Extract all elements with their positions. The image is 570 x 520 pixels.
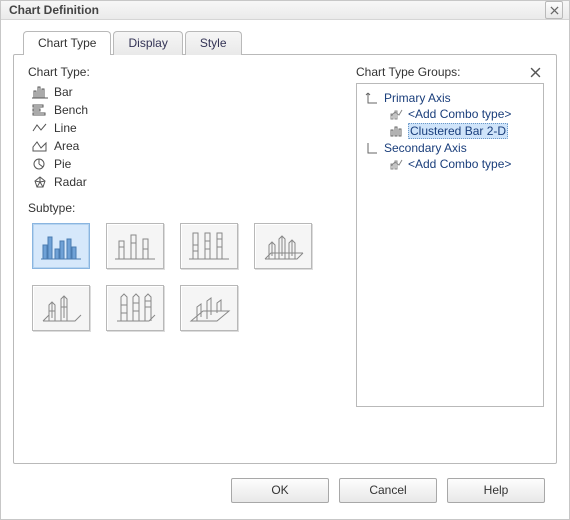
tree-node-add-combo-secondary[interactable]: <Add Combo type> (361, 156, 539, 172)
chart-type-groups-section: Chart Type Groups: Primary Axis <Add Com… (356, 65, 544, 453)
subtype-clustered-2d[interactable] (32, 223, 90, 269)
line-icon (32, 121, 48, 135)
tab-display-label: Display (128, 36, 167, 50)
help-button-label: Help (484, 483, 509, 497)
tree-node-label: Primary Axis (384, 91, 451, 105)
chart-type-item-area[interactable]: Area (32, 137, 338, 155)
chart-type-item-radar[interactable]: Radar (32, 173, 338, 191)
subtype-3d-bar[interactable] (180, 285, 238, 331)
tab-bar: Chart Type Display Style (13, 30, 557, 54)
group-header: Chart Type Groups: (356, 65, 544, 79)
dialog-button-bar: OK Cancel Help (13, 468, 557, 512)
tab-display[interactable]: Display (113, 31, 182, 55)
chart-type-item-label: Bench (54, 103, 88, 117)
tree-node-clustered-bar-2d[interactable]: Clustered Bar 2-D (361, 122, 539, 140)
radar-icon (32, 175, 48, 189)
chart-type-item-bench[interactable]: Bench (32, 101, 338, 119)
group-tree[interactable]: Primary Axis <Add Combo type> Clustered … (356, 83, 544, 407)
subtype-stacked-3d[interactable] (32, 285, 90, 331)
tree-node-label: <Add Combo type> (408, 157, 511, 171)
tree-node-label: Clustered Bar 2-D (408, 123, 508, 139)
subtype-stacked-2d[interactable] (106, 223, 164, 269)
bar-icon (389, 124, 403, 138)
cancel-button[interactable]: Cancel (339, 478, 437, 503)
dialog-body: Chart Type Display Style Chart Type: Bar (1, 20, 569, 520)
tree-node-secondary-axis[interactable]: Secondary Axis (361, 140, 539, 156)
group-remove-button[interactable] (528, 65, 542, 79)
dialog-title: Chart Definition (9, 3, 545, 17)
axis-icon (365, 141, 379, 155)
subtype-label: Subtype: (28, 201, 338, 215)
tree-node-primary-axis[interactable]: Primary Axis (361, 90, 539, 106)
chart-type-label: Chart Type: (28, 65, 338, 79)
close-button[interactable] (545, 1, 563, 19)
combo-icon (389, 107, 403, 121)
subtype-grid (26, 223, 338, 331)
cancel-button-label: Cancel (369, 483, 406, 497)
tree-node-label: Secondary Axis (384, 141, 467, 155)
pie-icon (32, 157, 48, 171)
chart-definition-dialog: Chart Definition Chart Type Display Styl… (0, 0, 570, 520)
ok-button-label: OK (271, 483, 288, 497)
chart-type-item-label: Pie (54, 157, 71, 171)
tree-node-add-combo-primary[interactable]: <Add Combo type> (361, 106, 539, 122)
chart-type-item-label: Line (54, 121, 77, 135)
chart-type-item-bar[interactable]: Bar (32, 83, 338, 101)
tab-style-label: Style (200, 36, 227, 50)
tree-node-label: <Add Combo type> (408, 107, 511, 121)
tab-chart-type-label: Chart Type (38, 36, 96, 50)
close-icon (550, 6, 559, 15)
chart-type-item-label: Area (54, 139, 79, 153)
subtype-clustered-3d[interactable] (254, 223, 312, 269)
tab-panel-chart-type: Chart Type: Bar Bench (13, 54, 557, 464)
tab-style[interactable]: Style (185, 31, 242, 55)
chart-type-section: Chart Type: Bar Bench (26, 65, 338, 453)
x-icon (530, 67, 541, 78)
chart-type-item-label: Radar (54, 175, 87, 189)
bar-icon (32, 85, 48, 99)
tab-chart-type[interactable]: Chart Type (23, 31, 111, 55)
bench-icon (32, 103, 48, 117)
axis-icon (365, 91, 379, 105)
ok-button[interactable]: OK (231, 478, 329, 503)
combo-icon (389, 157, 403, 171)
help-button[interactable]: Help (447, 478, 545, 503)
group-label: Chart Type Groups: (356, 65, 461, 79)
title-bar: Chart Definition (1, 1, 569, 20)
chart-type-item-label: Bar (54, 85, 73, 99)
chart-type-list: Bar Bench Line (32, 83, 338, 191)
chart-type-item-pie[interactable]: Pie (32, 155, 338, 173)
subtype-percent-stacked-2d[interactable] (180, 223, 238, 269)
area-icon (32, 139, 48, 153)
chart-type-item-line[interactable]: Line (32, 119, 338, 137)
subtype-percent-stacked-3d[interactable] (106, 285, 164, 331)
